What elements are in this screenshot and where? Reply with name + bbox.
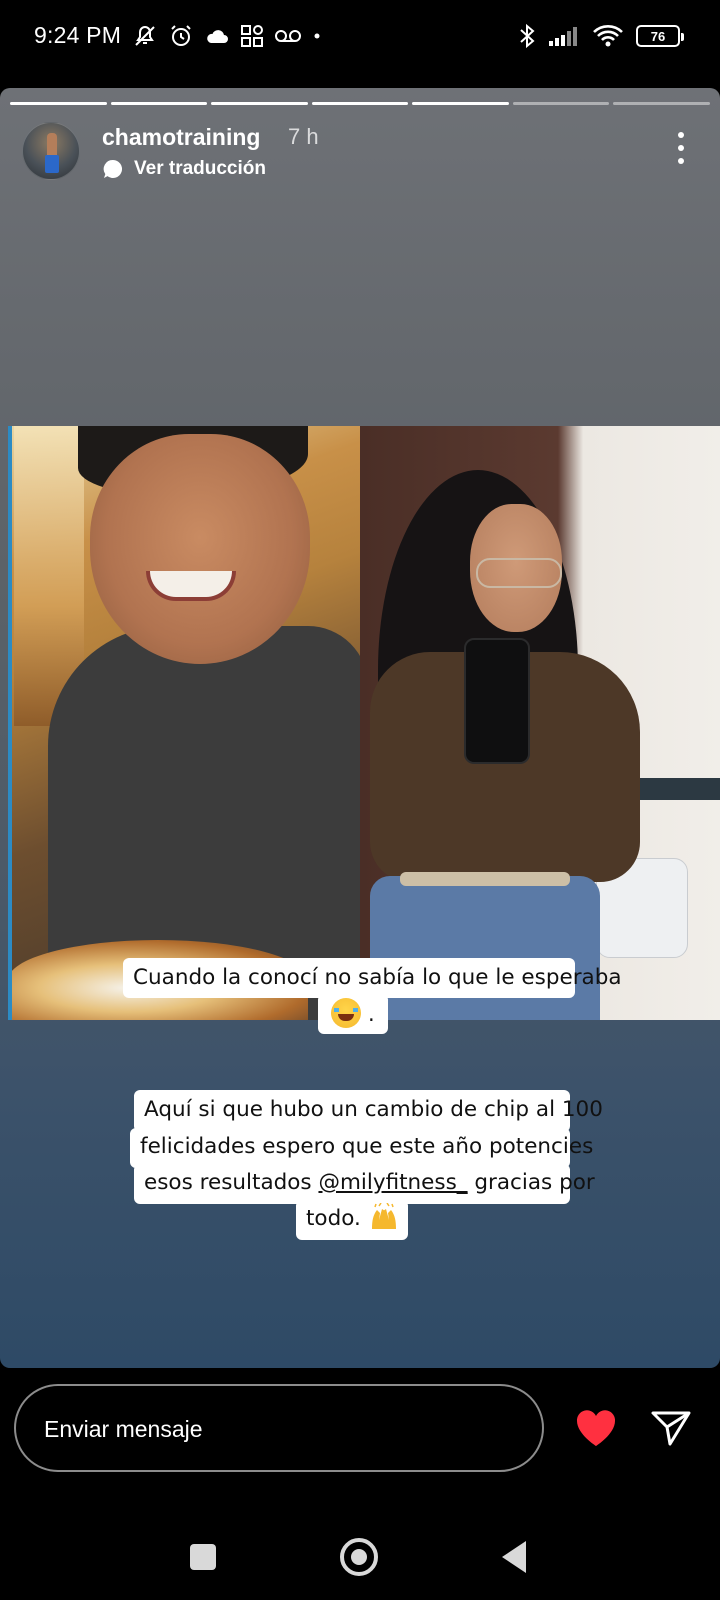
story-username[interactable]: chamotraining [102, 124, 260, 151]
dot-icon [312, 31, 322, 41]
translate-label: Ver traducción [134, 158, 266, 179]
progress-segment [311, 102, 409, 105]
caption-line: Aquí si que hubo un cambio de chip al 10… [134, 1090, 603, 1132]
caption-text: todo. [306, 1206, 368, 1231]
reply-placeholder: Enviar mensaje [44, 1416, 203, 1442]
battery-indicator: 76 [636, 25, 684, 47]
story-photo [8, 426, 720, 1020]
status-icons-left [132, 22, 322, 50]
laughing-emoji-icon [331, 998, 362, 1028]
status-bar: 9:24 PM 76 [0, 0, 720, 72]
status-time: 9:24 PM [34, 22, 122, 48]
voicemail-icon [274, 28, 302, 44]
before-photo [8, 426, 360, 1020]
wifi-icon [592, 24, 624, 48]
home-button[interactable] [340, 1538, 378, 1576]
story-time-ago: 7 h [288, 124, 319, 149]
like-heart-icon[interactable] [574, 1408, 618, 1448]
alarm-icon [168, 23, 194, 49]
recents-button[interactable] [190, 1544, 216, 1570]
story-progress-bar [10, 102, 711, 106]
caption-line: . [318, 994, 388, 1034]
progress-segment [613, 102, 711, 105]
bluetooth-icon [518, 23, 536, 49]
caption-text: esos resultados [144, 1170, 319, 1195]
translate-icon [103, 159, 123, 178]
raising-hands-emoji-icon [371, 1203, 396, 1229]
translate-link[interactable]: Ver traducción [102, 158, 266, 180]
caption-line: todo. [296, 1200, 408, 1240]
progress-segment [412, 102, 509, 105]
more-options-icon[interactable] [674, 132, 688, 164]
profile-avatar[interactable] [22, 122, 80, 180]
cloud-icon [204, 25, 230, 47]
progress-segment [211, 102, 308, 105]
mention-link[interactable]: @milyfitness_ [318, 1170, 467, 1195]
progress-segment [110, 102, 208, 105]
signal-icon [548, 25, 580, 47]
status-icons-right: 76 [518, 22, 684, 50]
progress-segment-current [512, 102, 610, 105]
send-icon[interactable] [650, 1408, 692, 1448]
progress-segment [10, 102, 107, 105]
back-button[interactable] [502, 1541, 526, 1573]
apps-grid-icon [240, 24, 264, 48]
caption-line: felicidades espero que este año potencie… [130, 1128, 593, 1168]
mute-icon [132, 23, 158, 49]
caption-text: gracias por [467, 1170, 595, 1195]
after-photo [360, 426, 720, 1020]
caption-line: esos resultados @milyfitness_ gracias po… [134, 1164, 595, 1204]
caption-line: Cuando la conocí no sabía lo que le espe… [123, 958, 622, 998]
caption-suffix: . [368, 1002, 375, 1026]
